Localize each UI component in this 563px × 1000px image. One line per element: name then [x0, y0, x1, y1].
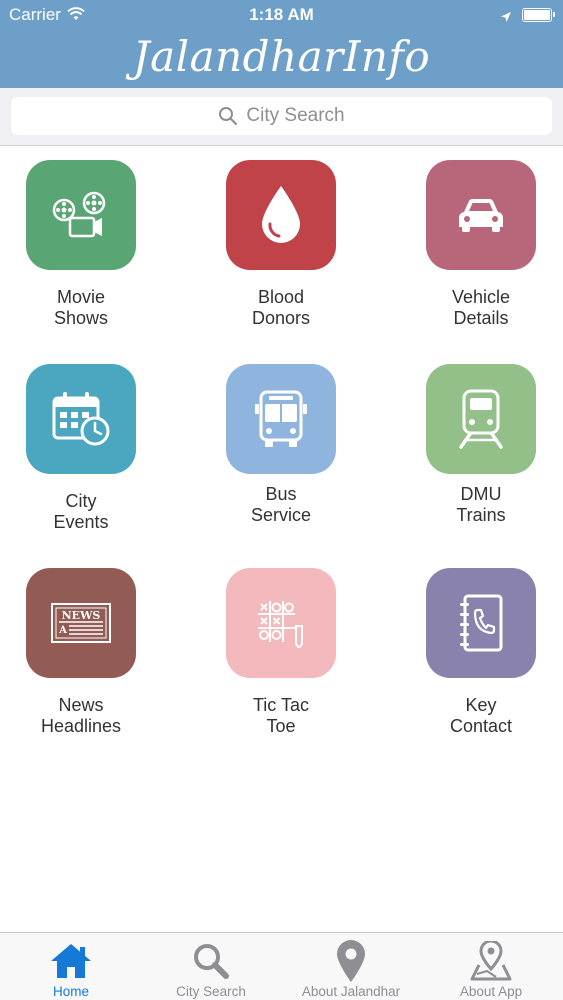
tile-vehicle-details[interactable]: Vehicle Details: [406, 160, 556, 329]
tile-label: Bus Service: [250, 484, 312, 525]
search-placeholder: City Search: [246, 105, 345, 126]
tab-label: About App: [459, 984, 523, 999]
search-bar-container: City Search: [0, 88, 563, 146]
status-time: 1:18 AM: [249, 5, 314, 24]
calendar-icon: [26, 364, 136, 474]
tile-label: News Headlines: [40, 695, 122, 736]
film-reel-icon: [26, 160, 136, 270]
header-bar: Carrier 1:18 AM JalandharInfo: [0, 0, 563, 88]
tile-label: DMU Trains: [456, 484, 506, 525]
tab-city-search[interactable]: City Search: [141, 933, 281, 1000]
map-location-icon: [421, 938, 561, 984]
map-pin-icon: [281, 938, 421, 984]
tile-blood-donors[interactable]: Blood Donors: [206, 160, 356, 329]
tab-bar: Home City Search About Jalandhar About A…: [0, 932, 563, 1000]
tab-about-jalandhar[interactable]: About Jalandhar: [281, 933, 421, 1000]
tile-movie-shows[interactable]: Movie Shows: [6, 160, 156, 329]
tile-label: Blood Donors: [251, 287, 311, 328]
tab-label: City Search: [176, 984, 246, 999]
tile-dmu-trains[interactable]: DMU Trains: [406, 364, 556, 526]
tile-bus-service[interactable]: Bus Service: [206, 364, 356, 526]
tile-city-events[interactable]: City Events: [6, 364, 156, 533]
svg-text:A: A: [58, 625, 67, 636]
status-bar: Carrier 1:18 AM: [0, 0, 563, 30]
bus-icon: [226, 364, 336, 474]
tic-tac-toe-icon: [226, 568, 336, 678]
tile-tic-tac-toe[interactable]: Tic Tac Toe: [206, 568, 356, 737]
tile-label: Key Contact: [449, 695, 513, 736]
tile-news-headlines[interactable]: NEWS A News Headlines: [6, 568, 156, 737]
svg-text:NEWS: NEWS: [62, 609, 101, 622]
tab-label: Home: [52, 984, 89, 999]
search-input[interactable]: City Search: [11, 97, 552, 135]
newspaper-icon: NEWS A: [26, 568, 136, 678]
search-icon: [141, 938, 281, 984]
tab-about-app[interactable]: About App: [421, 933, 561, 1000]
home-icon: [1, 938, 141, 984]
search-icon: [219, 107, 238, 126]
tile-key-contact[interactable]: Key Contact: [406, 568, 556, 737]
blood-drop-icon: [226, 160, 336, 270]
phone-book-icon: [426, 568, 536, 678]
location-arrow-icon: [500, 8, 512, 28]
tile-label: Tic Tac Toe: [252, 695, 309, 736]
tab-label: About Jalandhar: [301, 984, 401, 999]
app-title: JalandharInfo: [132, 32, 431, 81]
tile-label: City Events: [53, 491, 109, 532]
tile-label: Movie Shows: [53, 287, 109, 328]
train-icon: [426, 364, 536, 474]
car-icon: [426, 160, 536, 270]
tile-label: Vehicle Details: [451, 287, 511, 328]
tab-home[interactable]: Home: [1, 933, 141, 1000]
battery-icon: [522, 8, 555, 22]
